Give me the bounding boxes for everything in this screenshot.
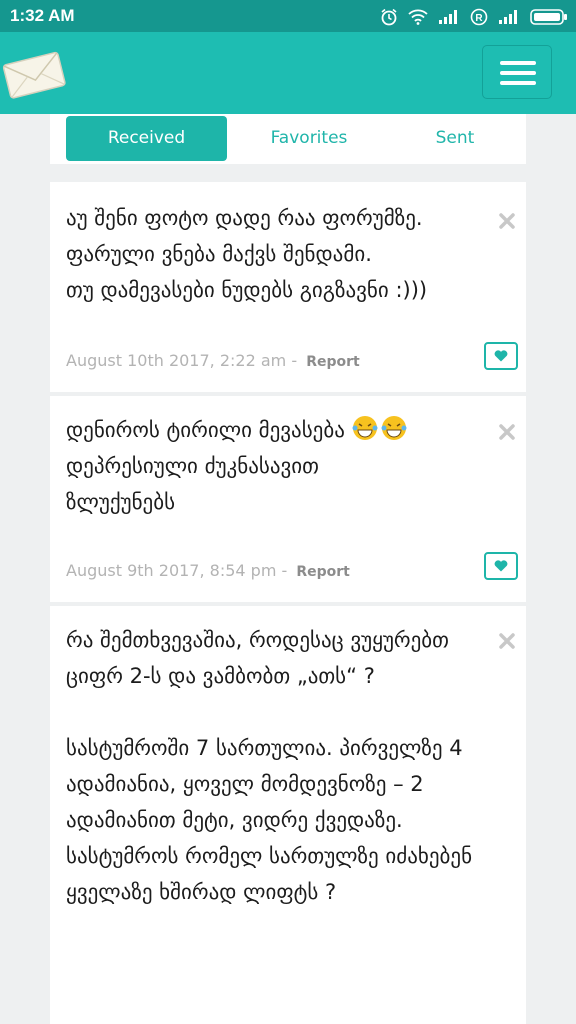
signal-icon-2 — [499, 10, 517, 24]
close-icon[interactable] — [498, 212, 516, 230]
roaming-icon: R — [470, 8, 488, 26]
status-time: 1:32 AM — [10, 6, 75, 25]
message-meta: August 10th 2017, 2:22 am - Report — [66, 351, 360, 370]
report-link[interactable]: Report — [306, 354, 360, 370]
hamburger-icon — [500, 61, 536, 65]
heart-icon — [494, 350, 508, 362]
favorite-button[interactable] — [484, 552, 518, 580]
meta-separator: - — [276, 561, 293, 580]
message-meta: August 9th 2017, 8:54 pm - Report — [66, 561, 350, 580]
report-link[interactable]: Report — [296, 564, 350, 580]
message-text-part: დეპრესიული ძუკნასავით ზლუქუნებს — [66, 454, 319, 514]
tab-bar: Received Favorites Sent — [50, 114, 526, 164]
tab-favorites[interactable]: Favorites — [230, 116, 388, 161]
svg-text:R: R — [475, 13, 483, 24]
message-card: აუ შენი ფოტო დადე რაა ფორუმზე. ფარული ვნ… — [50, 182, 526, 392]
message-text: დენიროს ტირილი მევასება დეპრესიული ძუკნა… — [66, 412, 496, 520]
message-text: აუ შენი ფოტო დადე რაა ფორუმზე. ფარული ვნ… — [66, 206, 428, 302]
message-date: August 9th 2017, 8:54 pm — [66, 561, 277, 580]
message-date: August 10th 2017, 2:22 am — [66, 351, 287, 370]
tab-sent[interactable]: Sent — [400, 116, 510, 161]
menu-button[interactable] — [482, 45, 552, 99]
status-icons: R — [380, 6, 568, 28]
alarm-icon — [381, 8, 397, 26]
message-card: რა შემთხვევაშია, როდესაც ვუყურებთ ციფრ 2… — [50, 606, 526, 1024]
envelope-icon[interactable] — [0, 46, 70, 102]
status-bar: 1:32 AM R — [0, 0, 576, 32]
grinning-tears-emoji — [352, 416, 407, 440]
app-bar — [0, 32, 576, 114]
signal-icon — [439, 10, 457, 24]
close-icon[interactable] — [498, 632, 516, 650]
message-text: რა შემთხვევაშია, როდესაც ვუყურებთ ციფრ 2… — [66, 628, 473, 904]
meta-separator: - — [286, 351, 303, 370]
message-card: დენიროს ტირილი მევასება დეპრესიული ძუკნა… — [50, 396, 526, 602]
battery-icon — [530, 9, 567, 25]
tab-received[interactable]: Received — [66, 116, 227, 161]
favorite-button[interactable] — [484, 342, 518, 370]
wifi-icon — [408, 9, 428, 25]
close-icon[interactable] — [498, 423, 516, 441]
message-text-part: დენიროს ტირილი მევასება — [66, 418, 352, 442]
heart-icon — [494, 560, 508, 572]
